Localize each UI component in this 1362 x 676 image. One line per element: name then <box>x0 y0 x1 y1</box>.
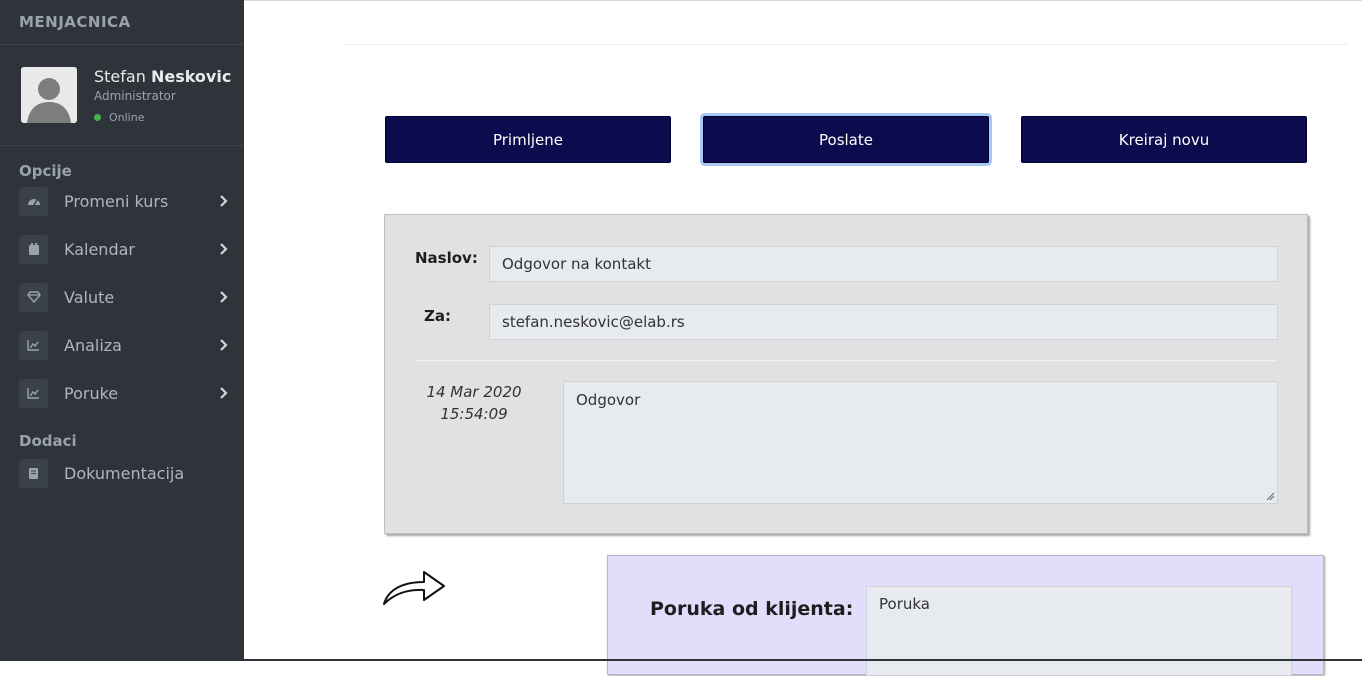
online-status-dot-icon <box>94 114 101 121</box>
user-status-label: Online <box>109 111 145 124</box>
avatar <box>21 67 77 123</box>
book-icon <box>19 458 48 488</box>
title-field[interactable]: Odgovor na kontakt <box>489 246 1278 282</box>
calendar-icon <box>19 234 48 264</box>
sidebar: MENJACNICA Stefan Neskovic Administrator… <box>0 0 244 661</box>
client-message-textarea[interactable]: Poruka <box>866 586 1292 676</box>
sidebar-item-label: Analiza <box>64 335 122 355</box>
sidebar-item-label: Valute <box>64 287 115 307</box>
sidebar-item-analiza[interactable]: Analiza <box>0 327 244 363</box>
to-label: Za: <box>424 307 451 325</box>
recipient-field[interactable]: stefan.neskovic@elab.rs <box>489 304 1278 340</box>
sidebar-item-valute[interactable]: Valute <box>0 279 244 315</box>
title-label: Naslov: <box>415 249 478 267</box>
header-divider <box>344 44 1348 45</box>
brand-title[interactable]: MENJACNICA <box>0 0 244 45</box>
card-divider <box>415 360 1277 361</box>
resize-handle-icon[interactable] <box>1265 491 1275 501</box>
sidebar-item-label: Kalendar <box>64 239 135 259</box>
area-chart-icon <box>19 378 48 408</box>
section-title-opcije: Opcije <box>19 162 72 180</box>
user-role: Administrator <box>94 89 176 103</box>
sidebar-item-dokumentacija[interactable]: Dokumentacija <box>0 455 244 491</box>
chevron-right-icon <box>220 339 228 351</box>
client-message-text: Poruka <box>879 595 930 613</box>
chevron-right-icon <box>220 291 228 303</box>
user-name: Stefan Neskovic <box>94 67 231 86</box>
sidebar-item-kalendar[interactable]: Kalendar <box>0 231 244 267</box>
message-time: 15:54:09 <box>440 405 508 423</box>
user-status: Online <box>94 111 144 124</box>
user-panel: Stefan Neskovic Administrator Online <box>0 45 244 146</box>
tab-poslate[interactable]: Poslate <box>703 116 989 163</box>
top-border <box>244 0 1362 1</box>
sent-message-card: Naslov: Odgovor na kontakt Za: stefan.ne… <box>384 214 1308 534</box>
reply-arrow-icon <box>383 571 445 605</box>
tab-kreiraj-novu[interactable]: Kreiraj novu <box>1021 116 1307 163</box>
sidebar-item-poruke[interactable]: Poruke <box>0 375 244 411</box>
user-last-name: Neskovic <box>150 67 232 86</box>
section-title-dodaci: Dodaci <box>19 432 77 450</box>
user-first-name: Stefan <box>94 67 146 86</box>
message-date: 14 Mar 2020 <box>426 383 522 401</box>
area-chart-icon <box>19 330 48 360</box>
sidebar-item-label: Poruke <box>64 383 119 403</box>
chevron-right-icon <box>220 387 228 399</box>
dashboard-icon <box>19 186 48 216</box>
sidebar-item-label: Dokumentacija <box>64 463 185 483</box>
message-body-textarea[interactable]: Odgovor <box>563 381 1278 504</box>
diamond-icon <box>19 282 48 312</box>
tab-primljene[interactable]: Primljene <box>385 116 671 163</box>
client-message-card: Poruka od klijenta: Poruka <box>607 555 1324 676</box>
sidebar-item-promeni-kurs[interactable]: Promeni kurs <box>0 183 244 219</box>
client-message-title: Poruka od klijenta: <box>650 598 854 620</box>
chevron-right-icon <box>220 243 228 255</box>
sidebar-item-label: Promeni kurs <box>64 191 169 211</box>
chevron-right-icon <box>220 195 228 207</box>
message-body-text: Odgovor <box>576 391 641 409</box>
